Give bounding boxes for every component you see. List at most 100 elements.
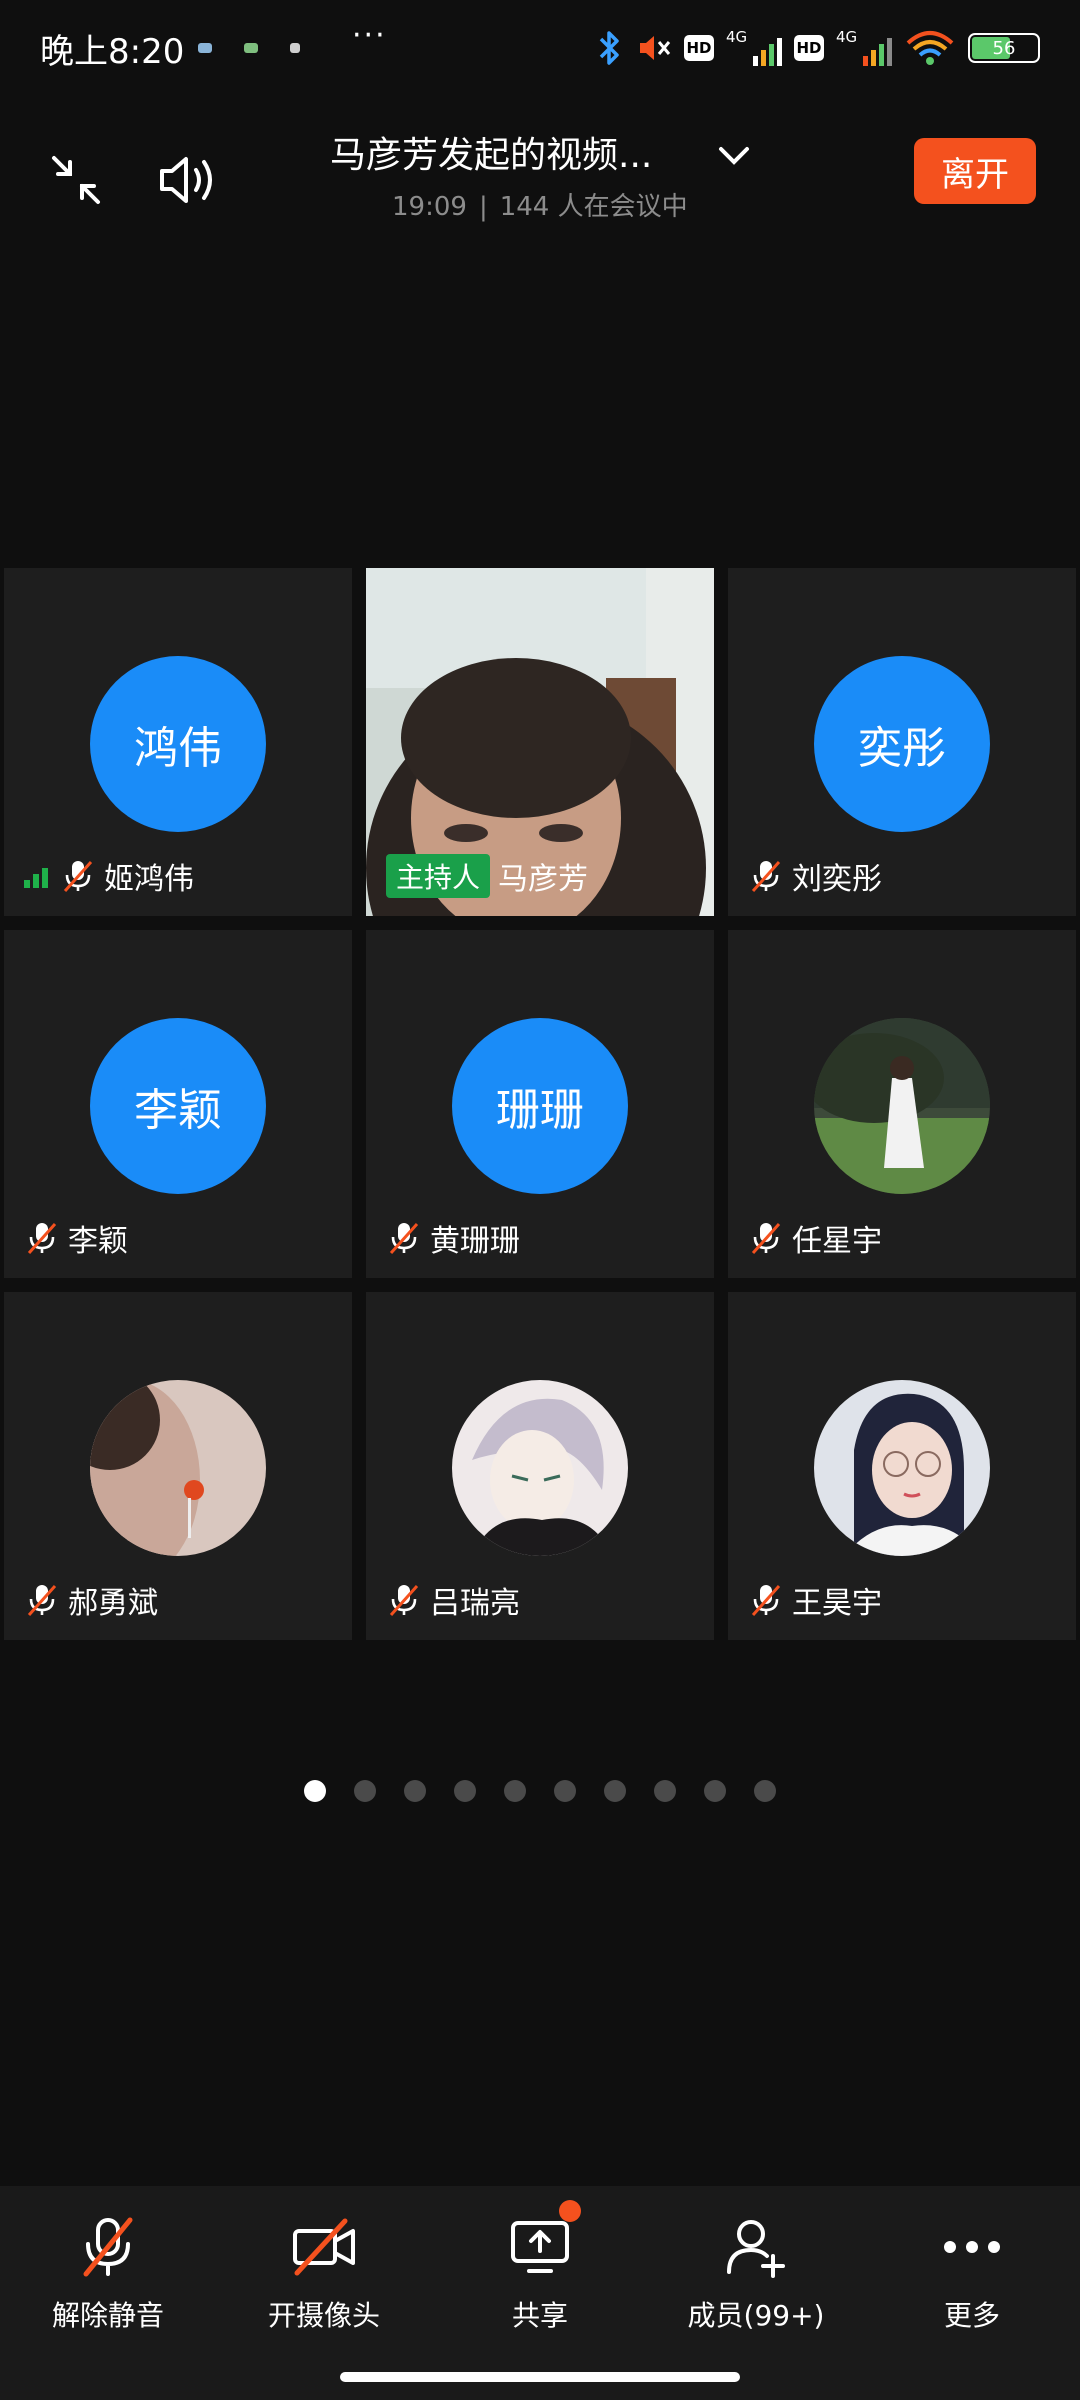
more-icon [937, 2212, 1007, 2282]
battery-icon: 56 [968, 33, 1040, 63]
participant-tile[interactable]: 珊珊 黄珊珊 [366, 930, 714, 1278]
notification-icons [198, 38, 348, 58]
tiktok-icon [290, 43, 300, 53]
mic-off-icon [389, 1584, 419, 1617]
share-button[interactable]: 共享 [440, 2200, 640, 2332]
more-button[interactable]: 更多 [872, 2212, 1072, 2332]
tile-footer: 刘奕彤 [748, 856, 882, 897]
participant-name: 王昊宇 [792, 1586, 882, 1621]
bottom-toolbar: 解除静音 开摄像头 共享 成员(99+) 更多 [0, 2186, 1080, 2400]
message-icon [198, 43, 212, 53]
status-time: 晚上8:20 [40, 32, 185, 72]
mic-off-icon [751, 860, 781, 893]
screen-share-icon [505, 2200, 581, 2282]
participant-tile[interactable]: 李颖 李颖 [4, 930, 352, 1278]
participant-tile[interactable]: 任星宇 [728, 930, 1076, 1278]
tile-footer: 黄珊珊 [386, 1218, 520, 1259]
notification-dot [559, 2200, 581, 2222]
page-indicator[interactable] [0, 1780, 1080, 1804]
host-badge: 主持人 [386, 854, 491, 898]
mic-off-icon [27, 1584, 57, 1617]
participant-count: 144 人在会议中 [499, 192, 688, 222]
members-label: 成员(99+) [687, 2299, 825, 2332]
page-dot[interactable] [654, 1780, 676, 1802]
tile-footer: 王昊宇 [748, 1580, 882, 1621]
mic-off-icon [751, 1584, 781, 1617]
wifi-icon [904, 28, 956, 68]
avatar-photo [814, 1018, 990, 1194]
bluetooth-icon [594, 28, 624, 68]
more-label: 更多 [943, 2299, 1000, 2332]
mic-off-icon [27, 1222, 57, 1255]
chevron-down-icon[interactable] [710, 132, 758, 180]
avatar-photo [452, 1380, 628, 1556]
avatar-photo [814, 1380, 990, 1556]
avatar: 李颖 [90, 1018, 266, 1194]
meeting-subtitle: 19:09 | 144 人在会议中 [392, 186, 688, 223]
meeting-header: 马彦芳发起的视频... 19:09 | 144 人在会议中 离开 [0, 110, 1080, 260]
page-dot[interactable] [504, 1780, 526, 1802]
members-button[interactable]: 成员(99+) [656, 2212, 856, 2332]
status-right: HD 4G HD 4G 56 [594, 22, 1040, 74]
page-dot[interactable] [304, 1780, 326, 1802]
avatar: 鸿伟 [90, 656, 266, 832]
participant-tile[interactable]: 鸿伟 姬鸿伟 [4, 568, 352, 916]
more-notifications-icon: ··· [352, 18, 387, 53]
participant-name: 刘奕彤 [792, 862, 882, 897]
participant-tile-host[interactable]: 主持人 马彦芳 [366, 568, 714, 916]
participant-name: 姬鸿伟 [104, 862, 194, 897]
minimize-icon [52, 156, 100, 204]
add-member-icon [721, 2212, 791, 2282]
separator: | [478, 192, 488, 222]
mic-off-icon [73, 2212, 143, 2282]
page-dot[interactable] [454, 1780, 476, 1802]
tile-footer: 任星宇 [748, 1218, 882, 1259]
camera-off-icon [289, 2212, 359, 2282]
hd-icon-2: HD [794, 35, 824, 61]
mic-off-icon [63, 860, 93, 893]
participant-tile[interactable]: 郝勇斌 [4, 1292, 352, 1640]
home-indicator[interactable] [340, 2372, 740, 2382]
meeting-title[interactable]: 马彦芳发起的视频... [330, 126, 652, 178]
page-dot[interactable] [704, 1780, 726, 1802]
speaker-button[interactable] [148, 140, 228, 220]
leave-button[interactable]: 离开 [914, 138, 1036, 204]
unmute-label: 解除静音 [51, 2299, 164, 2332]
mic-off-icon [389, 1222, 419, 1255]
participant-tile[interactable]: 吕瑞亮 [366, 1292, 714, 1640]
tile-footer: 郝勇斌 [24, 1580, 158, 1621]
tile-footer: 李颖 [24, 1218, 128, 1259]
participant-grid: 鸿伟 姬鸿伟 主持人 马彦芳 奕彤 刘奕彤 李颖 李颖 珊珊 黄珊珊 任星宇 郝… [4, 568, 1076, 1640]
meeting-duration: 19:09 [392, 192, 467, 222]
speaking-signal-icon [24, 864, 48, 888]
unmute-button[interactable]: 解除静音 [8, 2212, 208, 2332]
signal-icon: 4G [726, 28, 782, 68]
wechat-icon [244, 43, 258, 53]
speaker-icon [160, 157, 212, 203]
camera-button[interactable]: 开摄像头 [224, 2212, 424, 2332]
mic-off-icon [751, 1222, 781, 1255]
page-dot[interactable] [404, 1780, 426, 1802]
participant-name: 吕瑞亮 [430, 1586, 520, 1621]
minimize-button[interactable] [36, 140, 116, 220]
participant-name: 李颖 [68, 1224, 128, 1259]
avatar: 奕彤 [814, 656, 990, 832]
signal-icon-2: 4G [836, 28, 892, 68]
participant-name: 郝勇斌 [68, 1586, 158, 1621]
page-dot[interactable] [754, 1780, 776, 1802]
page-dot[interactable] [604, 1780, 626, 1802]
avatar-photo [90, 1380, 266, 1556]
participant-tile[interactable]: 奕彤 刘奕彤 [728, 568, 1076, 916]
participant-name: 任星宇 [792, 1224, 882, 1259]
hd-icon: HD [684, 35, 714, 61]
tile-footer: 吕瑞亮 [386, 1580, 520, 1621]
participant-tile[interactable]: 王昊宇 [728, 1292, 1076, 1640]
tile-footer: 主持人 马彦芳 [386, 854, 588, 898]
avatar: 珊珊 [452, 1018, 628, 1194]
page-dot[interactable] [554, 1780, 576, 1802]
share-label: 共享 [511, 2299, 568, 2332]
participant-name: 黄珊珊 [430, 1224, 520, 1259]
page-dot[interactable] [354, 1780, 376, 1802]
volume-muted-icon [636, 30, 672, 66]
camera-label: 开摄像头 [267, 2299, 380, 2332]
